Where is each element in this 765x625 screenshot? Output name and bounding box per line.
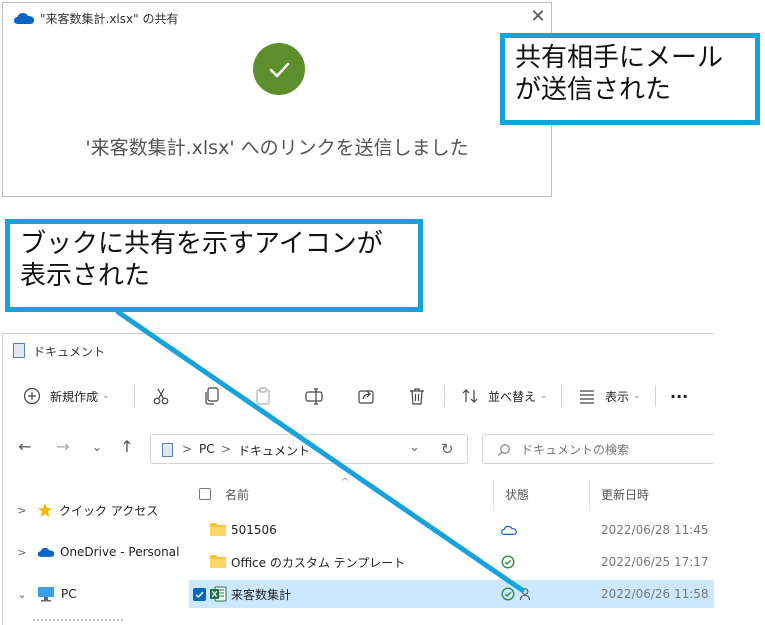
scissors-icon — [153, 388, 169, 405]
add-icon — [23, 387, 41, 405]
star-icon — [38, 503, 52, 517]
success-check-icon — [253, 43, 305, 95]
share-icon — [358, 390, 374, 404]
excel-file-icon — [210, 586, 227, 602]
rename-button[interactable] — [304, 381, 324, 411]
folder-icon — [210, 523, 226, 536]
sidebar-item-label: OneDrive - Personal — [60, 545, 180, 559]
sidebar-item-pc[interactable]: ⌄ PC — [15, 582, 77, 606]
file-row[interactable]: 501506 2022/06/28 11:45 — [189, 516, 714, 544]
expand-icon[interactable]: > — [15, 546, 29, 559]
sidebar-item-quick-access[interactable]: > クイック アクセス — [15, 498, 158, 522]
search-box[interactable] — [482, 434, 714, 464]
sort-ascending-icon: ^ — [341, 477, 350, 488]
new-label: 新規作成 — [50, 389, 99, 404]
paste-icon — [256, 387, 270, 405]
view-label: 表示 — [605, 389, 630, 404]
refresh-button[interactable]: ↻ — [441, 440, 454, 458]
recent-locations-button[interactable]: ⌄ — [87, 437, 107, 457]
paste-button[interactable] — [253, 381, 273, 411]
more-options-button[interactable]: ··· — [670, 381, 688, 411]
trash-icon — [410, 388, 424, 405]
monitor-icon — [38, 587, 54, 602]
sort-icon — [462, 389, 478, 403]
toolbar-divider — [134, 385, 135, 407]
documents-folder-icon — [13, 343, 25, 358]
file-name: 501506 — [231, 523, 277, 537]
list-view-icon — [580, 390, 594, 404]
callout-email-sent: 共有相手にメール が送信された — [500, 33, 760, 125]
chevron-down-icon: ⌄ — [540, 391, 548, 401]
address-bar[interactable]: > PC > ドキュメント ⌄ ↻ — [150, 434, 468, 464]
forward-button[interactable]: → — [53, 437, 73, 457]
sort-label: 並べ替え — [488, 389, 537, 404]
folder-icon — [210, 555, 226, 568]
breadcrumb-documents[interactable]: ドキュメント — [238, 442, 310, 459]
chevron-down-icon: ⌄ — [633, 391, 641, 401]
file-name: 来客数集計 — [231, 587, 292, 602]
file-explorer-window: ドキュメント 新規作成 ⌄ 並べ替え ⌄ 表示 ⌄ ··· ← → ⌄ ↑ > … — [2, 333, 714, 625]
toolbar-divider — [561, 385, 562, 407]
documents-icon — [162, 443, 173, 457]
new-button[interactable]: 新規作成 ⌄ — [23, 381, 110, 411]
column-divider[interactable] — [493, 480, 494, 510]
sidebar-item-label: PC — [61, 587, 77, 601]
address-dropdown-button[interactable]: ⌄ — [409, 440, 420, 455]
synced-icon — [501, 587, 515, 601]
collapse-icon[interactable]: ⌄ — [15, 588, 29, 601]
back-button[interactable]: ← — [15, 437, 35, 457]
row-checkbox-checked[interactable] — [193, 588, 206, 601]
share-dialog: "来客数集計.xlsx" の共有 ✕ '来客数集計.xlsx' へのリンクを送信… — [2, 2, 552, 197]
file-date: 2022/06/25 17:17 — [601, 555, 709, 569]
breadcrumb-separator: > — [182, 442, 193, 456]
column-divider[interactable] — [589, 480, 590, 510]
copy-button[interactable] — [202, 381, 222, 411]
sidebar-item-onedrive[interactable]: > OneDrive - Personal — [15, 540, 179, 564]
cloud-icon — [501, 525, 517, 535]
file-row-selected[interactable]: 来客数集計 2022/06/26 11:58 — [189, 580, 714, 608]
window-title: ドキュメント — [33, 345, 106, 359]
truncated-sidebar-item — [33, 619, 123, 625]
sidebar-item-label: クイック アクセス — [59, 503, 159, 518]
file-date: 2022/06/26 11:58 — [601, 587, 709, 601]
breadcrumb-pc[interactable]: PC — [199, 442, 215, 456]
shared-person-icon — [519, 588, 531, 601]
view-button[interactable]: 表示 ⌄ — [578, 381, 641, 411]
close-icon[interactable]: ✕ — [528, 7, 548, 27]
onedrive-cloud-icon — [14, 13, 34, 24]
column-header-status[interactable]: 状態 — [505, 486, 529, 503]
file-name: Office のカスタム テンプレート — [231, 555, 406, 570]
file-date: 2022/06/28 11:45 — [601, 523, 709, 537]
synced-icon — [501, 555, 515, 569]
search-input[interactable] — [519, 440, 713, 460]
expand-icon[interactable]: > — [15, 504, 29, 517]
column-header-name[interactable]: 名前 — [225, 486, 249, 503]
callout-share-icon-shown: ブックに共有を示すアイコンが 表示された — [5, 219, 423, 312]
rename-icon — [305, 388, 323, 405]
search-icon — [498, 444, 510, 456]
delete-button[interactable] — [407, 381, 427, 411]
select-all-checkbox[interactable] — [199, 488, 211, 500]
toolbar-divider — [655, 385, 656, 407]
toolbar-divider — [444, 385, 445, 407]
up-button[interactable]: ↑ — [117, 437, 137, 457]
dialog-title: "来客数集計.xlsx" の共有 — [40, 12, 179, 26]
breadcrumb-separator: > — [221, 442, 232, 456]
sent-message: '来客数集計.xlsx' へのリンクを送信しました — [85, 137, 469, 159]
file-row[interactable]: Office のカスタム テンプレート 2022/06/25 17:17 — [189, 548, 714, 576]
share-button[interactable] — [356, 381, 376, 411]
sort-button[interactable]: 並べ替え ⌄ — [461, 381, 548, 411]
copy-icon — [205, 387, 219, 405]
chevron-down-icon: ⌄ — [102, 391, 110, 401]
column-header-date[interactable]: 更新日時 — [601, 486, 649, 503]
cut-button[interactable] — [151, 381, 171, 411]
cloud-icon — [37, 547, 55, 557]
